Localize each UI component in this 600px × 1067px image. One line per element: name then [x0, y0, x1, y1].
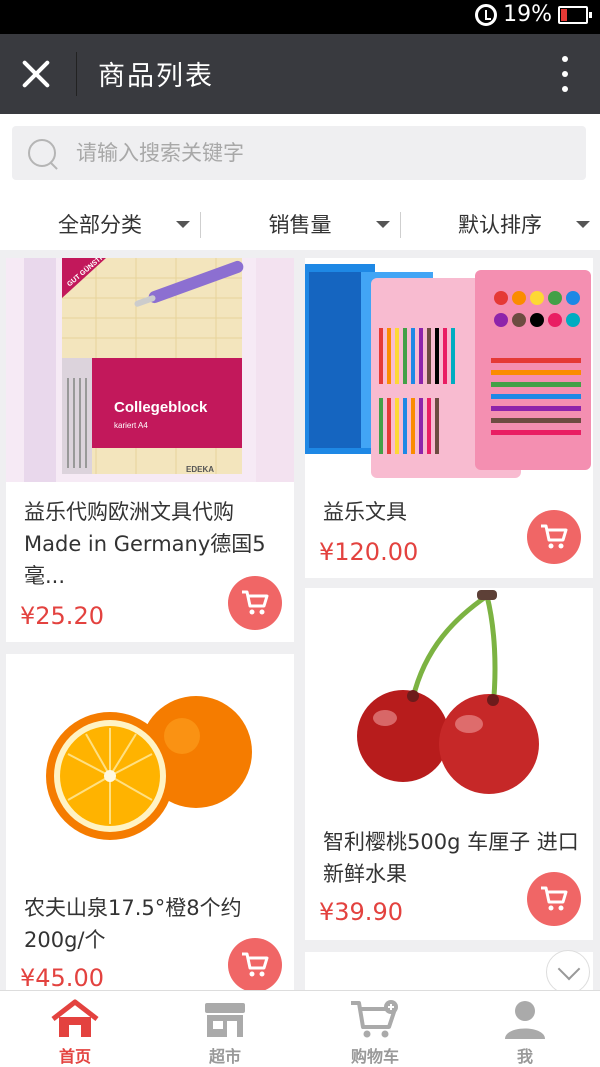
search-bar — [0, 114, 600, 198]
nav-label-store: 超市 — [208, 1047, 241, 1066]
product-card[interactable]: 智利樱桃500g 车厘子 进口新鲜水果 ¥39.90 — [305, 588, 593, 940]
filter-sort[interactable]: 默认排序 — [400, 198, 600, 250]
alarm-icon — [475, 3, 498, 26]
nav-item-store[interactable]: 超市 — [150, 991, 300, 1067]
notebook-brand-text: Collegeblock — [114, 399, 208, 416]
search-input[interactable] — [76, 134, 566, 172]
filter-sales-label: 销售量 — [268, 213, 332, 237]
product-image-cherries[interactable] — [305, 588, 593, 812]
caret-down-icon — [176, 221, 190, 228]
add-to-cart-button[interactable] — [228, 938, 282, 992]
nav-item-home[interactable]: 首页 — [0, 991, 150, 1067]
search-icon[interactable] — [28, 139, 56, 167]
more-vertical-icon[interactable] — [560, 56, 570, 92]
add-to-cart-button[interactable] — [228, 576, 282, 630]
close-icon[interactable] — [16, 54, 56, 94]
nav-label-cart: 购物车 — [350, 1047, 399, 1066]
caret-down-icon — [576, 221, 590, 228]
user-icon — [505, 1001, 545, 1039]
product-price: ¥120.00 — [319, 538, 419, 566]
page-title: 商品列表 — [98, 61, 214, 92]
product-price: ¥45.00 — [20, 964, 104, 992]
notebook-sub-text: kariert A4 — [114, 421, 148, 430]
add-to-cart-button[interactable] — [527, 872, 581, 926]
cart-icon — [242, 590, 269, 615]
battery-icon — [558, 5, 592, 24]
filter-category-label: 全部分类 — [58, 213, 142, 237]
battery-percent: 19% — [503, 2, 552, 27]
product-name[interactable]: 益乐代购欧洲文具代购Made in Germany德国5毫... — [24, 496, 280, 592]
filter-bar: 全部分类 销售量 默认排序 — [0, 198, 600, 250]
product-card[interactable]: 益乐文具 ¥120.00 — [305, 258, 593, 578]
search-box — [12, 126, 586, 180]
filter-sort-label: 默认排序 — [458, 213, 542, 237]
cart-icon — [541, 524, 568, 549]
nav-label-home: 首页 — [58, 1047, 91, 1066]
header-divider — [76, 52, 77, 96]
product-image-notebook[interactable]: Collegeblock kariert A4 EDEKA GUT GÜNSTI… — [6, 258, 294, 482]
cart-icon — [541, 886, 568, 911]
cart-icon — [242, 952, 269, 977]
bottom-nav: 首页 超市 购物车 我 — [0, 990, 600, 1067]
product-price: ¥39.90 — [319, 898, 403, 926]
product-card[interactable]: 农夫山泉17.5°橙8个约200g/个 ¥45.00 — [6, 654, 294, 992]
nav-item-me[interactable]: 我 — [450, 991, 600, 1067]
home-icon — [51, 999, 99, 1037]
store-icon — [205, 1003, 245, 1037]
add-to-cart-button[interactable] — [527, 510, 581, 564]
product-price: ¥25.20 — [20, 602, 104, 630]
notebook-store-text: EDEKA — [186, 465, 214, 474]
scroll-down-button[interactable] — [546, 950, 590, 994]
product-image-oranges[interactable] — [6, 654, 294, 878]
nav-item-cart[interactable]: 购物车 — [300, 991, 450, 1067]
product-image-art-set[interactable] — [305, 258, 593, 482]
status-bar: 19% — [0, 0, 600, 34]
caret-down-icon — [376, 221, 390, 228]
filter-sales[interactable]: 销售量 — [200, 198, 400, 250]
nav-label-me: 我 — [516, 1047, 533, 1066]
app-header: 商品列表 — [0, 34, 600, 114]
filter-category[interactable]: 全部分类 — [0, 198, 200, 250]
cart-icon — [351, 1000, 398, 1038]
product-card[interactable]: Collegeblock kariert A4 EDEKA GUT GÜNSTI… — [6, 258, 294, 642]
